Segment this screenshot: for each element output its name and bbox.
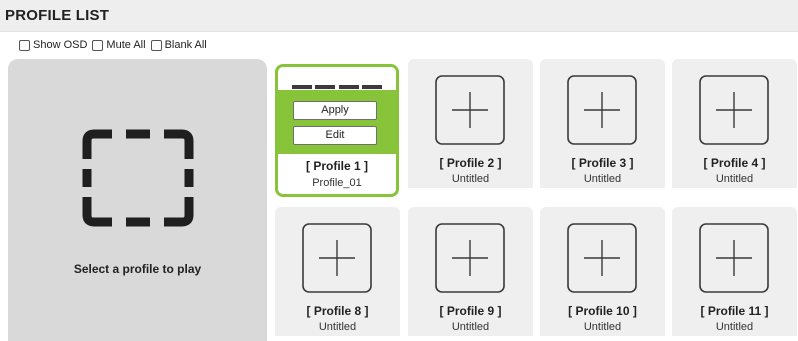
page-title: PROFILE LIST xyxy=(5,7,110,24)
profile-subtitle: Untitled xyxy=(318,321,357,333)
plus-box-icon xyxy=(699,75,769,150)
mute-all-checkbox[interactable] xyxy=(92,39,104,51)
edit-button[interactable]: Edit xyxy=(293,126,377,145)
show-osd-label: Show OSD xyxy=(33,39,88,51)
show-osd-option[interactable]: Show OSD xyxy=(19,39,87,51)
profile-name: [ Profile 4 ] xyxy=(703,156,766,170)
blank-all-label: Blank All xyxy=(164,39,207,51)
profile-tile-1[interactable]: Apply Edit [ Profile 1 ] Profile_01 xyxy=(275,64,399,197)
profile-tile-10[interactable]: [ Profile 10 ] Untitled xyxy=(540,207,665,336)
profile-name: [ Profile 1 ] xyxy=(305,159,368,173)
plus-box-icon xyxy=(302,223,372,298)
profile-name: [ Profile 9 ] xyxy=(439,304,502,318)
profile-tile-2[interactable]: [ Profile 2 ] Untitled xyxy=(408,59,533,188)
plus-box-icon xyxy=(567,223,637,298)
profile-name: [ Profile 8 ] xyxy=(306,304,369,318)
profile-subtitle: Untitled xyxy=(451,321,490,333)
profile-subtitle: Untitled xyxy=(715,321,754,333)
thumbnail-bars-icon xyxy=(292,85,382,89)
empty-frame-icon xyxy=(82,129,194,232)
profile-tile-4[interactable]: [ Profile 4 ] Untitled xyxy=(672,59,797,188)
profile-tile-9[interactable]: [ Profile 9 ] Untitled xyxy=(408,207,533,336)
apply-button[interactable]: Apply xyxy=(293,101,377,120)
plus-box-icon xyxy=(435,223,505,298)
options-row: Show OSD Mute All Blank All xyxy=(19,38,212,52)
mute-all-label: Mute All xyxy=(106,39,146,51)
tile-action-panel: Apply Edit xyxy=(278,90,396,154)
profile-tile-3[interactable]: [ Profile 3 ] Untitled xyxy=(540,59,665,188)
profile-name: [ Profile 3 ] xyxy=(571,156,634,170)
mute-all-option[interactable]: Mute All xyxy=(92,39,146,51)
profile-name: [ Profile 2 ] xyxy=(439,156,502,170)
profile-name: [ Profile 10 ] xyxy=(568,304,637,318)
profile-tile-8[interactable]: [ Profile 8 ] Untitled xyxy=(275,207,400,336)
plus-box-icon xyxy=(435,75,505,150)
preview-label: Select a profile to play xyxy=(73,262,202,276)
blank-all-option[interactable]: Blank All xyxy=(150,39,207,51)
profile-subtitle: Profile_01 xyxy=(312,177,362,189)
profile-subtitle: Untitled xyxy=(583,321,622,333)
profile-subtitle: Untitled xyxy=(451,173,490,185)
profile-subtitle: Untitled xyxy=(715,173,754,185)
header-bar: PROFILE LIST xyxy=(0,0,798,32)
profile-subtitle: Untitled xyxy=(583,173,622,185)
blank-all-checkbox[interactable] xyxy=(150,39,162,51)
show-osd-checkbox[interactable] xyxy=(19,39,30,51)
preview-panel: Select a profile to play xyxy=(8,59,267,341)
profile-name: [ Profile 11 ] xyxy=(700,304,769,318)
plus-box-icon xyxy=(699,223,769,298)
profile-tile-11[interactable]: [ Profile 11 ] Untitled xyxy=(672,207,797,336)
plus-box-icon xyxy=(567,75,637,150)
